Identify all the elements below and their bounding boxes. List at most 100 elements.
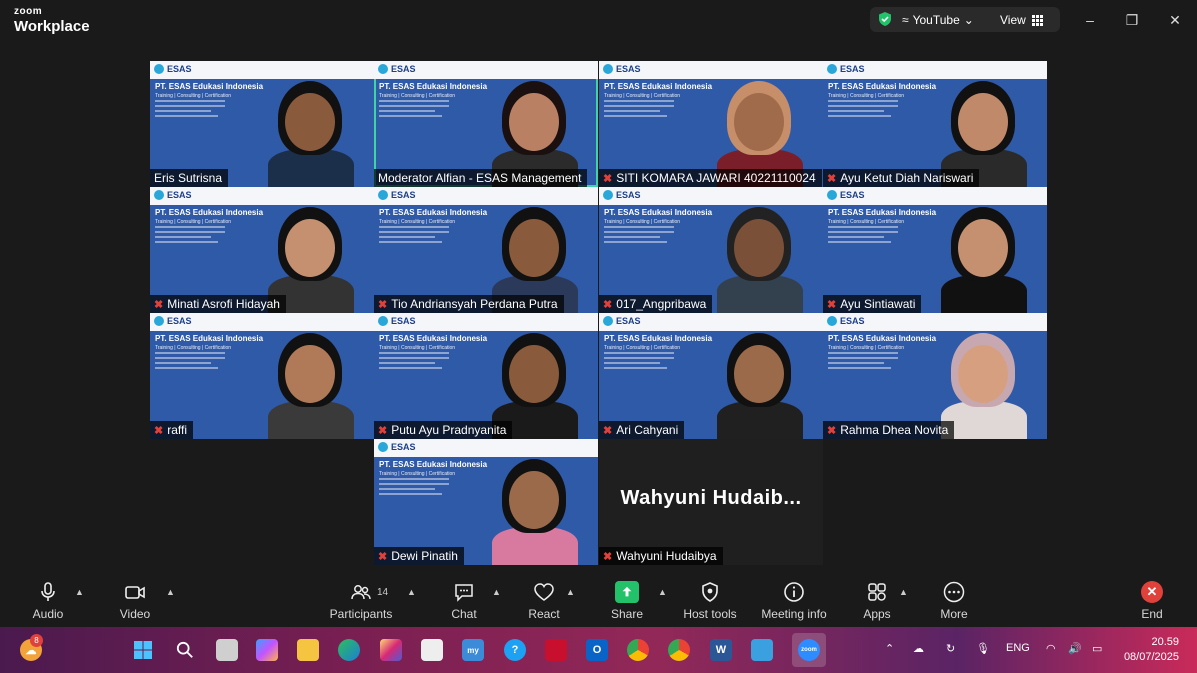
audio-options-caret-icon[interactable]: ▲	[75, 587, 84, 597]
participant-tile[interactable]: ESAS PT. ESAS Edukasi Indonesia Training |…	[374, 313, 598, 439]
end-x-icon: ✕	[1141, 581, 1163, 603]
participant-tile[interactable]: ESAS PT. ESAS Edukasi Indonesia Training |…	[150, 313, 374, 439]
meeting-info-button[interactable]: Meeting info	[754, 581, 834, 621]
host-tools-button[interactable]: Host tools	[670, 581, 750, 621]
participant-tile[interactable]: ESAS PT. ESAS Edukasi Indonesia Training |…	[150, 61, 374, 187]
participant-tile[interactable]: ESAS PT. ESAS Edukasi Indonesia Training |…	[374, 187, 598, 313]
word-icon[interactable]: W	[710, 639, 732, 661]
participants-options-caret-icon[interactable]: ▲	[407, 587, 416, 597]
apps-icon	[868, 583, 886, 601]
volume-icon[interactable]: 🔊	[1068, 642, 1082, 655]
video-options-caret-icon[interactable]: ▲	[166, 587, 175, 597]
react-label: React	[528, 607, 560, 621]
minimize-icon[interactable]: –	[1080, 10, 1100, 30]
banner-contact-lines	[604, 226, 674, 246]
participant-tile[interactable]: ESAS PT. ESAS Edukasi Indonesia Training |…	[599, 61, 823, 187]
participant-name-tag: ✖ Dewi Pinatih	[374, 547, 464, 565]
banner-company: PT. ESAS Edukasi Indonesia	[379, 208, 488, 217]
close-icon[interactable]: ✕	[1165, 10, 1185, 30]
brand-top: zoom	[14, 6, 43, 17]
microphone-tray-icon[interactable]: 🎙	[976, 642, 990, 655]
start-windows-icon[interactable]	[132, 639, 154, 661]
participant-tile[interactable]: ESAS PT. ESAS Edukasi Indonesia Training |…	[823, 61, 1047, 187]
myhp-icon[interactable]: my	[462, 639, 484, 661]
participant-name-tag: Eris Sutrisna	[150, 169, 229, 187]
banner-company: PT. ESAS Edukasi Indonesia	[379, 82, 488, 91]
banner-company: PT. ESAS Edukasi Indonesia	[155, 208, 264, 217]
antivirus-icon[interactable]	[545, 639, 567, 661]
wifi-icon[interactable]: ◠	[1046, 642, 1056, 655]
banner-tagline: Training | Consulting | Certification	[828, 93, 905, 99]
copilot-icon[interactable]	[256, 639, 278, 661]
participant-name: Moderator Alfian - ESAS Management	[378, 171, 582, 185]
cloud-sync-icon[interactable]: ☁	[913, 642, 924, 655]
react-options-caret-icon[interactable]: ▲	[566, 587, 575, 597]
language-indicator[interactable]: ENG	[1006, 642, 1030, 654]
banner-company: PT. ESAS Edukasi Indonesia	[828, 82, 937, 91]
chevron-up-icon[interactable]: ⌃	[885, 642, 894, 655]
muted-mic-icon: ✖	[603, 550, 613, 563]
participant-name-tag: Moderator Alfian - ESAS Management	[374, 169, 588, 187]
battery-icon[interactable]: ▭	[1092, 642, 1102, 655]
chat-options-caret-icon[interactable]: ▲	[492, 587, 501, 597]
share-button[interactable]: Share	[587, 581, 667, 621]
participant-name: Putu Ayu Pradnyanita	[391, 423, 507, 437]
heart-icon	[534, 583, 554, 601]
chat-label: Chat	[451, 607, 477, 621]
banner-tagline: Training | Consulting | Certification	[155, 345, 232, 351]
participant-name: Ari Cahyani	[616, 423, 679, 437]
restore-icon[interactable]: ❐	[1122, 10, 1142, 30]
video-button[interactable]: Video	[95, 581, 175, 621]
esas-logo: ESAS	[603, 190, 641, 200]
participant-face	[509, 93, 559, 151]
file-explorer-icon[interactable]	[297, 639, 319, 661]
help-app-icon[interactable]: ?	[504, 639, 526, 661]
chrome-icon[interactable]	[627, 639, 649, 661]
end-button[interactable]: ✕ End	[1112, 581, 1192, 621]
instagram-icon[interactable]	[380, 639, 402, 661]
microphone-icon	[41, 582, 55, 601]
participant-tile[interactable]: ESAS PT. ESAS Edukasi Indonesia Training |…	[374, 439, 598, 565]
participant-face	[734, 219, 784, 277]
muted-mic-icon: ✖	[603, 424, 613, 437]
outlook-icon[interactable]: O	[586, 639, 608, 661]
esas-logo: ESAS	[603, 316, 641, 326]
end-label: End	[1141, 607, 1163, 621]
participant-tile[interactable]: ESAS PT. ESAS Edukasi Indonesia Training |…	[823, 187, 1047, 313]
edge-browser-icon[interactable]	[338, 639, 360, 661]
chrome-profile-icon[interactable]	[668, 639, 690, 661]
participant-name-tag: ✖ Ayu Sintiawati	[823, 295, 922, 313]
meeting-toolbar: Audio ▲ Video ▲ Participants 14 ▲ Chat ▲…	[0, 573, 1197, 627]
participant-tile[interactable]: ESAS PT. ESAS Edukasi Indonesia Training |…	[823, 313, 1047, 439]
participant-tile[interactable]: ESAS PT. ESAS Edukasi Indonesia Training |…	[374, 61, 598, 187]
search-icon[interactable]	[174, 639, 196, 661]
apps-options-caret-icon[interactable]: ▲	[899, 587, 908, 597]
participant-name-tag: ✖ Ayu Ketut Diah Nariswari	[823, 169, 980, 187]
banner-contact-lines	[604, 100, 674, 120]
banner-company: PT. ESAS Edukasi Indonesia	[155, 82, 264, 91]
participants-icon	[351, 585, 371, 600]
muted-mic-icon: ✖	[603, 298, 613, 311]
encryption-shield-icon[interactable]	[877, 11, 893, 27]
task-view-icon[interactable]	[216, 639, 238, 661]
shield-icon	[702, 582, 718, 602]
participant-tile[interactable]: ESAS PT. ESAS Edukasi Indonesia Training |…	[150, 187, 374, 313]
livestream-dropdown[interactable]: ≈ YouTube ⌄	[902, 13, 974, 27]
esas-logo: ESAS	[378, 442, 416, 452]
participant-name-tag: ✖ Rahma Dhea Novita	[823, 421, 955, 439]
zoom-taskbar-icon[interactable]: zoom	[792, 633, 826, 667]
participant-tile[interactable]: ESAS PT. ESAS Edukasi Indonesia Training |…	[599, 313, 823, 439]
participants-button[interactable]: Participants	[321, 581, 401, 621]
more-button[interactable]: More	[914, 581, 994, 621]
participant-face	[958, 345, 1008, 403]
participant-tile[interactable]: Wahyuni Hudaib... ✖ Wahyuni Hudaibya	[599, 439, 823, 565]
refresh-icon[interactable]: ↻	[946, 642, 955, 655]
microsoft-store-icon[interactable]	[421, 639, 443, 661]
share-options-caret-icon[interactable]: ▲	[658, 587, 667, 597]
muted-mic-icon: ✖	[378, 550, 388, 563]
view-button[interactable]: View	[1000, 13, 1043, 27]
pen-app-icon[interactable]	[751, 639, 773, 661]
system-clock[interactable]: 20.59 08/07/2025	[1124, 635, 1179, 665]
participant-tile[interactable]: ESAS PT. ESAS Edukasi Indonesia Training |…	[599, 187, 823, 313]
camera-icon	[125, 586, 145, 599]
